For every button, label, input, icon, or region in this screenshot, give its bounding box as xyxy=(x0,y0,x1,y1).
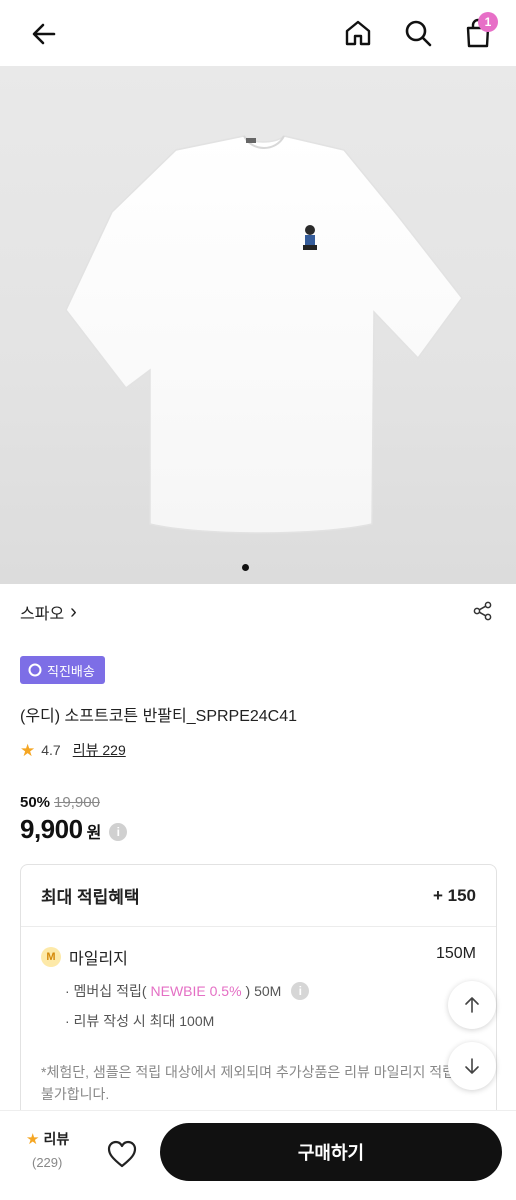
membership-info-icon[interactable]: i xyxy=(291,982,310,1000)
heart-icon[interactable] xyxy=(106,1139,138,1169)
bottom-action-bar: ★ 리뷰 (229) 구매하기 xyxy=(0,1110,516,1200)
points-header-label: 최대 적립혜택 xyxy=(41,888,140,907)
sale-price: 9,900 xyxy=(20,814,83,844)
points-header-value: + 150 xyxy=(432,885,476,905)
points-note: *체험단, 샘플은 적립 대상에서 제외되며 추가상품은 리뷰 마일리지 적립이… xyxy=(41,1064,468,1102)
review-link[interactable]: 리뷰 229 xyxy=(73,740,126,760)
membership-prefix: · 멤버십 적립( xyxy=(65,983,147,999)
scroll-bottom-button[interactable] xyxy=(448,1042,496,1090)
rating-row: ★ 4.7 리뷰 229 xyxy=(20,740,126,760)
star-icon: ★ xyxy=(26,1131,40,1148)
buy-button[interactable]: 구매하기 xyxy=(160,1123,502,1181)
arrow-up-icon xyxy=(465,997,479,1013)
currency-label: 원 xyxy=(86,825,102,842)
chevron-right-icon: › xyxy=(70,601,77,623)
search-icon[interactable] xyxy=(402,17,434,49)
product-title: (우디) 소프트코튼 반팔티_SPRPE24C41 xyxy=(20,708,298,725)
carousel-indicator xyxy=(242,564,249,571)
mileage-icon: M xyxy=(41,947,61,967)
original-price: 19,900 xyxy=(54,794,100,811)
mileage-label: 마일리지 xyxy=(69,951,128,968)
brand-link[interactable]: 스파오 › xyxy=(20,600,77,624)
mileage-row: M 마일리지 150M xyxy=(41,945,476,969)
back-arrow-icon[interactable] xyxy=(28,18,60,50)
price-row: 9,900 원 i xyxy=(20,814,128,845)
scroll-top-button[interactable] xyxy=(448,981,496,1029)
top-bar: 1 xyxy=(0,0,516,66)
mileage-value: 150M xyxy=(435,945,476,962)
star-icon: ★ xyxy=(20,740,36,760)
home-icon[interactable] xyxy=(342,17,374,49)
direct-delivery-badge: 직진배송 xyxy=(20,656,105,684)
product-image xyxy=(65,135,463,534)
brand-row: 스파오 › xyxy=(20,600,496,624)
membership-row: · 멤버십 적립(NEWBIE 0.5%) 50M i xyxy=(65,981,310,1001)
cart-count-badge: 1 xyxy=(478,12,498,32)
rating-value: 4.7 xyxy=(41,742,61,758)
discount-rate: 50% xyxy=(20,794,51,811)
review-bonus-row: · 리뷰 작성 시 최대 100M xyxy=(65,1013,215,1029)
points-header[interactable]: 최대 적립혜택 + 150 xyxy=(21,865,496,927)
bottom-review-label: 리뷰 xyxy=(43,1131,70,1147)
discount-row: 50% 19,900 xyxy=(20,794,100,811)
membership-tier: NEWBIE 0.5% xyxy=(150,983,242,999)
cart-button[interactable]: 1 xyxy=(462,12,498,50)
bottom-review-count: (229) xyxy=(32,1155,63,1170)
share-icon[interactable] xyxy=(472,600,494,622)
bottom-review-summary[interactable]: ★ 리뷰 (229) xyxy=(26,1129,69,1170)
delivery-loop-icon xyxy=(28,663,42,677)
arrow-down-icon xyxy=(465,1058,479,1074)
points-benefit-box: 최대 적립혜택 + 150 M 마일리지 150M · 멤버십 적립(NEWBI… xyxy=(20,864,497,1124)
brand-name: 스파오 xyxy=(20,606,65,623)
direct-delivery-label: 직진배송 xyxy=(47,663,95,679)
info-icon[interactable]: i xyxy=(109,823,128,841)
membership-suffix: ) 50M xyxy=(245,983,282,999)
product-image-gallery[interactable] xyxy=(0,66,516,584)
